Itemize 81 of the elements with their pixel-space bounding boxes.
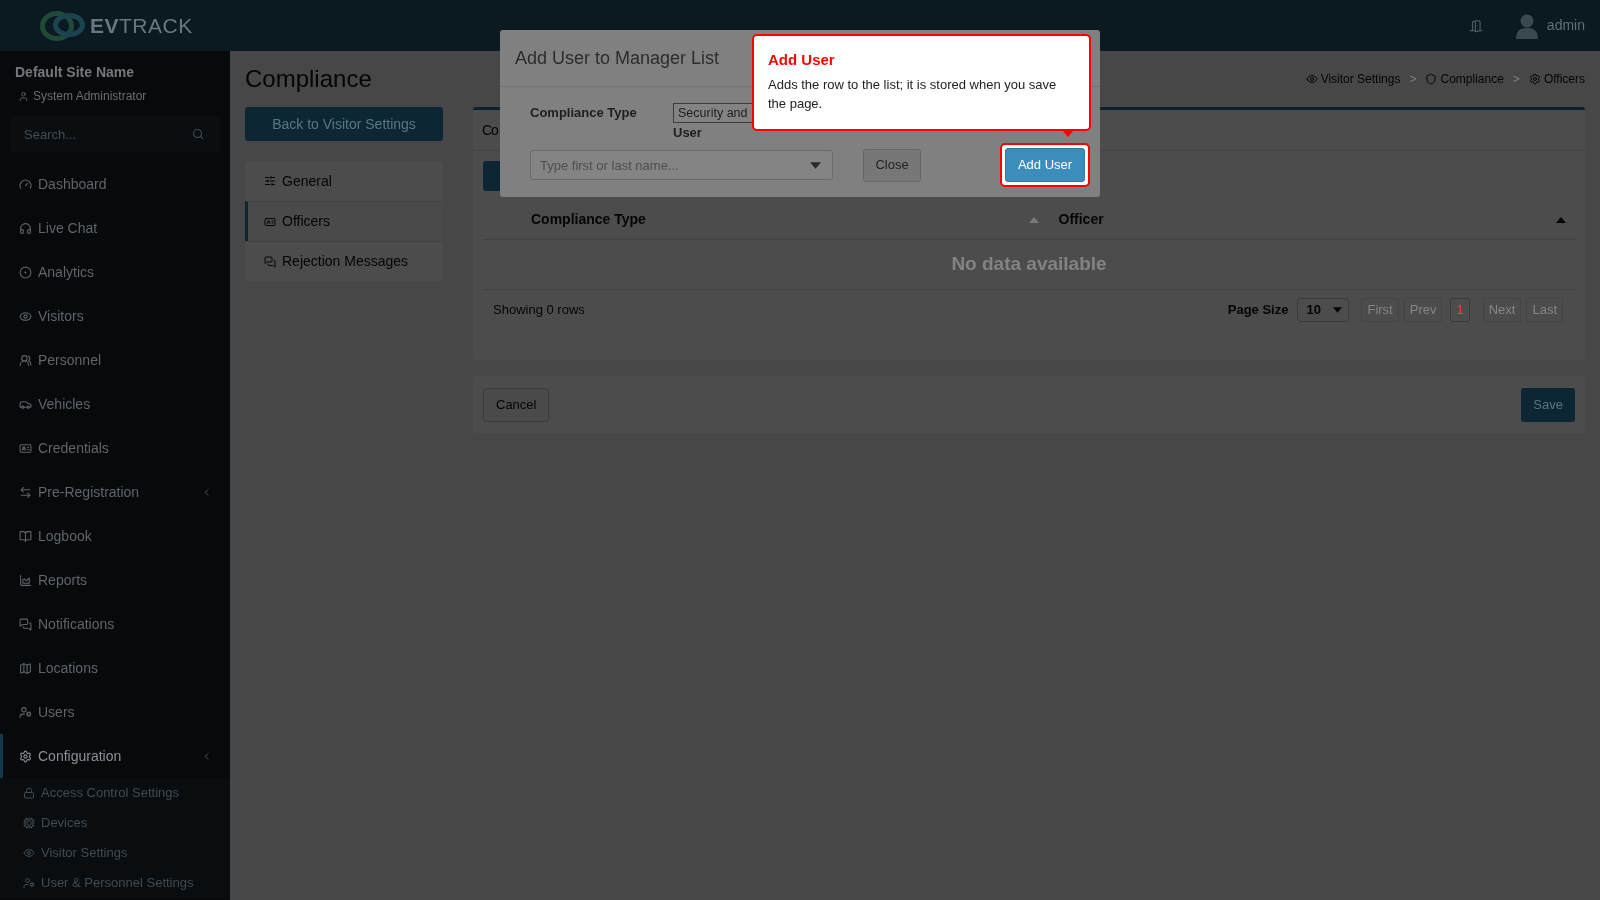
- card-title: Co: [482, 120, 498, 140]
- nav-item[interactable]: Live Chat: [0, 206, 230, 250]
- submenu-item[interactable]: Devices: [0, 808, 230, 838]
- logo-icon: [40, 10, 86, 41]
- user-icon: [18, 90, 29, 102]
- breadcrumb-separator: >: [1409, 71, 1417, 88]
- sliders-icon: [264, 175, 276, 187]
- user-gear-icon: [19, 705, 32, 719]
- close-button[interactable]: Close: [863, 148, 921, 182]
- tooltip-text: Adds the row to the list; it is stored when you save the page.: [768, 76, 1058, 113]
- avatar-icon[interactable]: [1514, 12, 1539, 39]
- nav-item[interactable]: Reports: [0, 558, 230, 602]
- search-field[interactable]: Search...: [10, 116, 220, 152]
- section-menu-item[interactable]: General: [245, 161, 443, 201]
- submenu-item[interactable]: User & Personnel Settings: [0, 868, 230, 898]
- nav-item[interactable]: Personnel: [0, 338, 230, 382]
- section-menu-item[interactable]: Rejection Messages: [245, 241, 443, 281]
- column-header[interactable]: Officer: [1047, 200, 1575, 239]
- nav-item[interactable]: Pre-Registration: [0, 470, 230, 514]
- page-size-label: Page Size: [1227, 301, 1289, 320]
- caret-down-icon: [810, 162, 821, 169]
- compliance-type-select[interactable]: Security and: [673, 103, 752, 123]
- site-name: Default Site Name: [15, 63, 136, 81]
- modal-title: Add User to Manager List: [515, 46, 720, 70]
- nav-item[interactable]: Users: [0, 690, 230, 734]
- breadcrumb-link[interactable]: Visitor Settings: [1305, 70, 1401, 88]
- settings-icon: [1528, 73, 1541, 85]
- sort-arrow-icon[interactable]: [1028, 216, 1039, 223]
- nav-item[interactable]: Vehicles: [0, 382, 230, 426]
- chart-icon: [19, 573, 32, 587]
- cancel-button[interactable]: Cancel: [483, 387, 550, 422]
- user-gear-icon: [23, 877, 35, 889]
- back-button[interactable]: Back to Visitor Settings: [245, 107, 443, 141]
- id-card-icon: [19, 441, 32, 455]
- nav-item[interactable]: Locations: [0, 646, 230, 690]
- save-button[interactable]: Save: [1521, 387, 1575, 422]
- section-menu-item[interactable]: Officers: [245, 201, 443, 241]
- user-name[interactable]: admin: [1546, 15, 1585, 36]
- book-icon: [19, 529, 32, 543]
- chat-icon: [264, 255, 276, 268]
- lock-icon: [23, 787, 35, 799]
- headphones-icon: [19, 221, 32, 235]
- target-icon: [19, 265, 32, 279]
- nav-item[interactable]: Credentials: [0, 426, 230, 470]
- settings-icon: [19, 749, 32, 763]
- field-label: Compliance Type: [530, 104, 638, 123]
- caret-down-icon: [1333, 307, 1343, 313]
- shield-icon: [1425, 73, 1438, 85]
- breadcrumb-link[interactable]: Officers: [1528, 70, 1585, 88]
- nav-item[interactable]: Dashboard: [0, 162, 230, 206]
- eye-icon: [23, 847, 35, 859]
- add-user-button[interactable]: Add User: [1005, 148, 1085, 182]
- door-icon[interactable]: [1468, 18, 1483, 33]
- column-header[interactable]: Compliance Type: [520, 200, 1048, 239]
- breadcrumb-link[interactable]: Compliance: [1425, 70, 1504, 88]
- pager-button[interactable]: 1: [1450, 298, 1470, 322]
- logo-text: EVTRACK: [90, 13, 193, 38]
- submenu-item[interactable]: Visitor Settings: [0, 838, 230, 868]
- field-label: User: [673, 124, 702, 143]
- search-icon[interactable]: [192, 128, 204, 140]
- chat-icon: [19, 617, 32, 631]
- sort-arrow-icon[interactable]: [1556, 216, 1566, 223]
- row-count: Showing 0 rows: [492, 301, 585, 320]
- eye-icon: [1305, 73, 1318, 85]
- eye-icon: [19, 309, 32, 323]
- gauge-icon: [19, 177, 32, 191]
- arrows-icon: [19, 485, 32, 499]
- nav-item[interactable]: Visitors: [0, 294, 230, 338]
- nav-item[interactable]: Notifications: [0, 602, 230, 646]
- map-icon: [19, 661, 32, 675]
- submenu-item[interactable]: Access Control Settings: [0, 778, 230, 808]
- users-icon: [19, 353, 32, 367]
- page-title: Compliance: [245, 64, 372, 94]
- nav-item[interactable]: Analytics: [0, 250, 230, 294]
- nav-item[interactable]: Logbook: [0, 514, 230, 558]
- page-size-select[interactable]: 10: [1297, 298, 1350, 322]
- id-card-icon: [264, 215, 276, 228]
- breadcrumb-separator: >: [1512, 71, 1520, 88]
- chip-icon: [23, 817, 35, 829]
- tooltip-title: Add User: [768, 50, 836, 70]
- user-role: System Administrator: [33, 88, 147, 104]
